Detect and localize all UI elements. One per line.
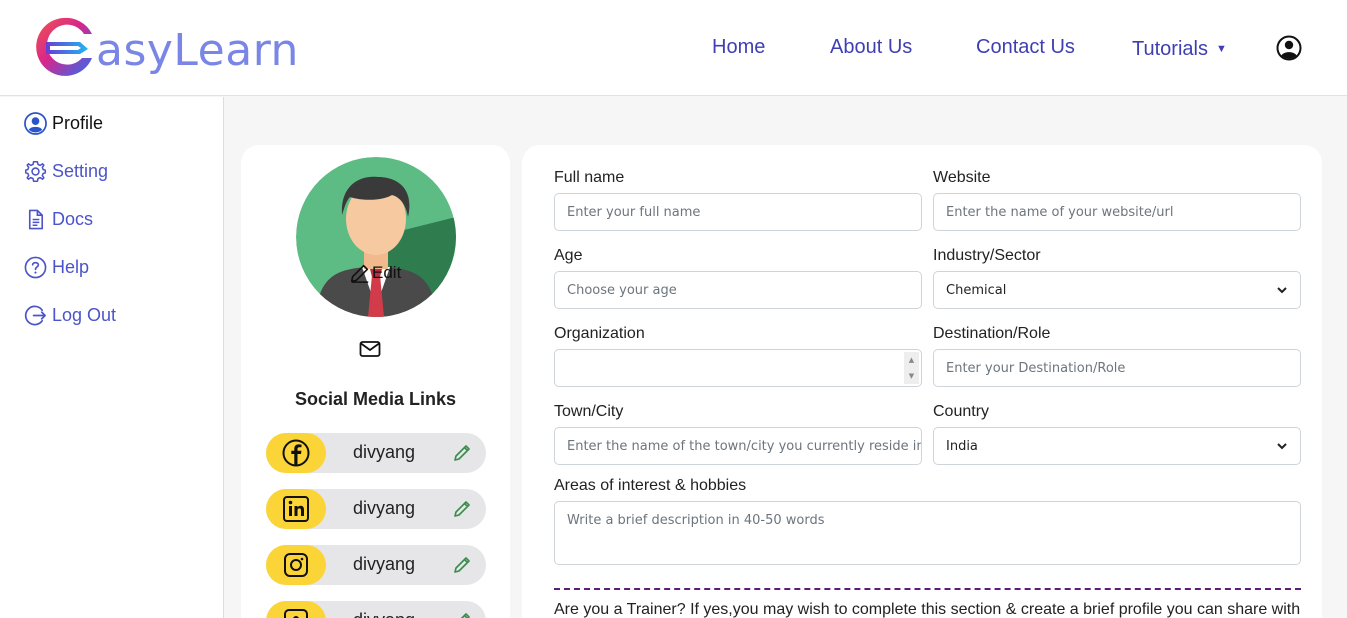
logo-text: asyLearn — [96, 24, 299, 76]
industry-value: Chemical — [946, 282, 1007, 298]
nav-home[interactable]: Home — [712, 36, 765, 59]
social-link-instagram[interactable]: divyang — [266, 545, 486, 585]
logout-icon — [24, 305, 46, 326]
sidebar-item-label: Log Out — [52, 305, 117, 325]
pencil-icon — [350, 264, 369, 283]
organization-input[interactable]: ▲ ▼ — [554, 349, 922, 387]
sidebar-item-label: Profile — [52, 113, 104, 133]
sidebar-item-label: Docs — [52, 209, 94, 229]
profile-form: Full name Enter your full name Website E… — [522, 145, 1322, 618]
pencil-icon[interactable] — [452, 499, 472, 519]
industry-label: Industry/Sector — [933, 247, 1041, 264]
organization-label: Organization — [554, 325, 645, 342]
sidebar-item-logout[interactable]: Log Out — [24, 304, 116, 327]
header: asyLearn Home About Us Contact Us Tutori… — [0, 0, 1347, 96]
pencil-icon[interactable] — [452, 443, 472, 463]
document-icon — [28, 209, 44, 230]
pencil-icon[interactable] — [452, 555, 472, 575]
pencil-icon[interactable] — [452, 611, 472, 618]
sidebar-item-profile[interactable]: Profile — [24, 112, 103, 135]
nav-tutorials-dropdown[interactable]: Tutorials ▼ — [1132, 38, 1227, 61]
profile-card: Edit Social Media Links divyang divyang — [241, 145, 510, 618]
destination-label: Destination/Role — [933, 325, 1051, 342]
nav-about-us[interactable]: About Us — [830, 36, 912, 59]
profile-icon — [24, 112, 47, 135]
interests-textarea[interactable]: Write a brief description in 40-50 words — [554, 501, 1301, 565]
country-label: Country — [933, 403, 990, 420]
country-select[interactable]: India — [933, 427, 1301, 465]
age-label: Age — [554, 247, 583, 264]
social-link-facebook[interactable]: divyang — [266, 433, 486, 473]
social-username: divyang — [353, 554, 416, 574]
help-icon — [24, 256, 47, 279]
instagram-icon — [284, 553, 308, 577]
social-badge — [266, 545, 326, 585]
destination-input[interactable]: Enter your Destination/Role — [933, 349, 1301, 387]
industry-select[interactable]: Chemical — [933, 271, 1301, 309]
logo[interactable]: asyLearn — [32, 16, 299, 78]
sidebar-item-label: Help — [52, 257, 90, 277]
sidebar-item-docs[interactable]: Docs — [24, 208, 93, 231]
trainer-section-intro: Are you a Trainer? If yes,you may wish t… — [554, 601, 1301, 618]
caret-down-icon: ▼ — [1215, 43, 1227, 55]
social-username: divyang — [353, 498, 416, 518]
chevron-down-icon — [1277, 443, 1287, 450]
user-account-icon[interactable] — [1276, 35, 1302, 61]
sidebar-item-setting[interactable]: Setting — [24, 160, 108, 183]
website-input[interactable]: Enter the name of your website/url — [933, 193, 1301, 231]
chevron-down-icon — [1277, 287, 1287, 294]
spinner-down-icon[interactable]: ▼ — [909, 372, 914, 380]
section-divider — [554, 588, 1301, 590]
social-username: divyang — [353, 442, 416, 462]
nav-contact-us[interactable]: Contact Us — [976, 36, 1075, 59]
website-label: Website — [933, 169, 991, 186]
number-spinner[interactable]: ▲ ▼ — [904, 352, 919, 384]
social-badge — [266, 489, 326, 529]
sidebar-item-label: Setting — [52, 161, 109, 181]
mail-icon[interactable] — [359, 340, 381, 358]
interests-label: Areas of interest & hobbies — [554, 477, 747, 494]
country-value: India — [946, 438, 978, 454]
town-input[interactable]: Enter the name of the town/city you curr… — [554, 427, 922, 465]
gear-icon — [24, 160, 47, 183]
social-badge — [266, 601, 326, 618]
sidebar-item-help[interactable]: Help — [24, 256, 89, 279]
social-badge — [266, 433, 326, 473]
avatar[interactable] — [296, 157, 456, 317]
sidebar: Profile Setting Docs Help Log Out — [0, 97, 224, 618]
social-media-title: Social Media Links — [294, 389, 457, 409]
edit-label: Edit — [372, 263, 402, 282]
logo-icon — [36, 17, 92, 76]
social-link-other[interactable]: divyang — [266, 601, 486, 618]
town-label: Town/City — [554, 403, 624, 420]
full-name-label: Full name — [554, 169, 625, 186]
social-username: divyang — [353, 610, 415, 618]
edit-avatar-button[interactable]: Edit — [349, 262, 401, 284]
facebook-icon — [282, 439, 310, 467]
nav-tutorials-label: Tutorials — [1132, 38, 1208, 60]
full-name-input[interactable]: Enter your full name — [554, 193, 922, 231]
age-input[interactable]: Choose your age — [554, 271, 922, 309]
linkedin-icon — [283, 496, 309, 522]
social-link-linkedin[interactable]: divyang — [266, 489, 486, 529]
other-icon — [284, 609, 308, 618]
spinner-up-icon[interactable]: ▲ — [909, 356, 914, 364]
